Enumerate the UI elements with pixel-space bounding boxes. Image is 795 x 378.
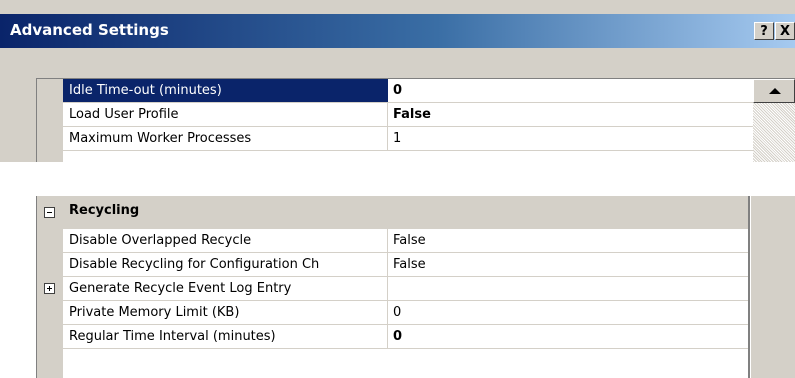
advanced-settings-dialog: Advanced Settings ? X Idle Time-out (min… xyxy=(0,0,795,162)
expand-icon[interactable] xyxy=(44,283,55,294)
property-name: Regular Time Interval (minutes) xyxy=(69,329,276,344)
property-name: Generate Recycle Event Log Entry xyxy=(69,281,292,296)
property-row-disable-recycling-config[interactable]: Disable Recycling for Configuration Ch F… xyxy=(63,253,749,277)
property-row-disable-overlapped-recycle[interactable]: Disable Overlapped Recycle False xyxy=(63,229,749,253)
column-divider xyxy=(387,325,388,348)
property-name: Load User Profile xyxy=(69,107,179,122)
property-value[interactable]: 0 xyxy=(393,83,402,98)
scroll-up-button[interactable] xyxy=(753,79,795,103)
recycling-section-view: Recycling Disable Overlapped Recycle Fal… xyxy=(0,196,795,378)
vertical-scrollbar[interactable] xyxy=(753,79,795,162)
category-row-recycling[interactable]: Recycling xyxy=(37,196,749,229)
property-name: Idle Time-out (minutes) xyxy=(69,83,222,98)
property-value[interactable]: False xyxy=(393,233,426,248)
help-button[interactable]: ? xyxy=(754,22,774,40)
property-value[interactable]: 0 xyxy=(393,305,401,320)
property-value[interactable]: False xyxy=(393,107,431,122)
column-divider xyxy=(387,277,388,300)
property-row-max-worker-processes[interactable]: Maximum Worker Processes 1 xyxy=(63,127,753,151)
category-label: Recycling xyxy=(69,203,140,218)
grid-border xyxy=(748,196,750,378)
property-row-regular-time-interval[interactable]: Regular Time Interval (minutes) 0 xyxy=(63,325,749,349)
property-name: Maximum Worker Processes xyxy=(69,131,252,146)
column-divider xyxy=(387,301,388,324)
property-name: Private Memory Limit (KB) xyxy=(69,305,240,320)
collapse-icon[interactable] xyxy=(44,207,55,218)
grid-gutter xyxy=(37,79,63,162)
column-divider xyxy=(387,253,388,276)
property-grid-bottom: Recycling Disable Overlapped Recycle Fal… xyxy=(36,196,749,378)
close-button[interactable]: X xyxy=(775,22,795,40)
property-row-generate-recycle-log[interactable]: Generate Recycle Event Log Entry xyxy=(44,277,749,301)
dialog-title: Advanced Settings xyxy=(10,21,169,39)
column-divider xyxy=(387,127,388,150)
property-row-idle-timeout[interactable]: Idle Time-out (minutes) 0 xyxy=(63,79,753,103)
property-grid-top: Idle Time-out (minutes) 0 Load User Prof… xyxy=(36,78,795,162)
column-divider xyxy=(387,229,388,252)
dialog-frame xyxy=(751,196,795,378)
title-bar[interactable]: Advanced Settings ? X xyxy=(0,14,795,48)
up-arrow-icon xyxy=(769,88,781,94)
property-value[interactable]: 0 xyxy=(393,329,402,344)
property-row-private-memory-limit[interactable]: Private Memory Limit (KB) 0 xyxy=(63,301,749,325)
property-value[interactable]: 1 xyxy=(393,131,401,146)
property-name: Disable Overlapped Recycle xyxy=(69,233,252,248)
column-divider xyxy=(387,103,388,126)
property-value[interactable]: False xyxy=(393,257,426,272)
property-name: Disable Recycling for Configuration Ch xyxy=(69,257,320,272)
value-box xyxy=(388,79,753,102)
property-row-load-user-profile[interactable]: Load User Profile False xyxy=(63,103,753,127)
